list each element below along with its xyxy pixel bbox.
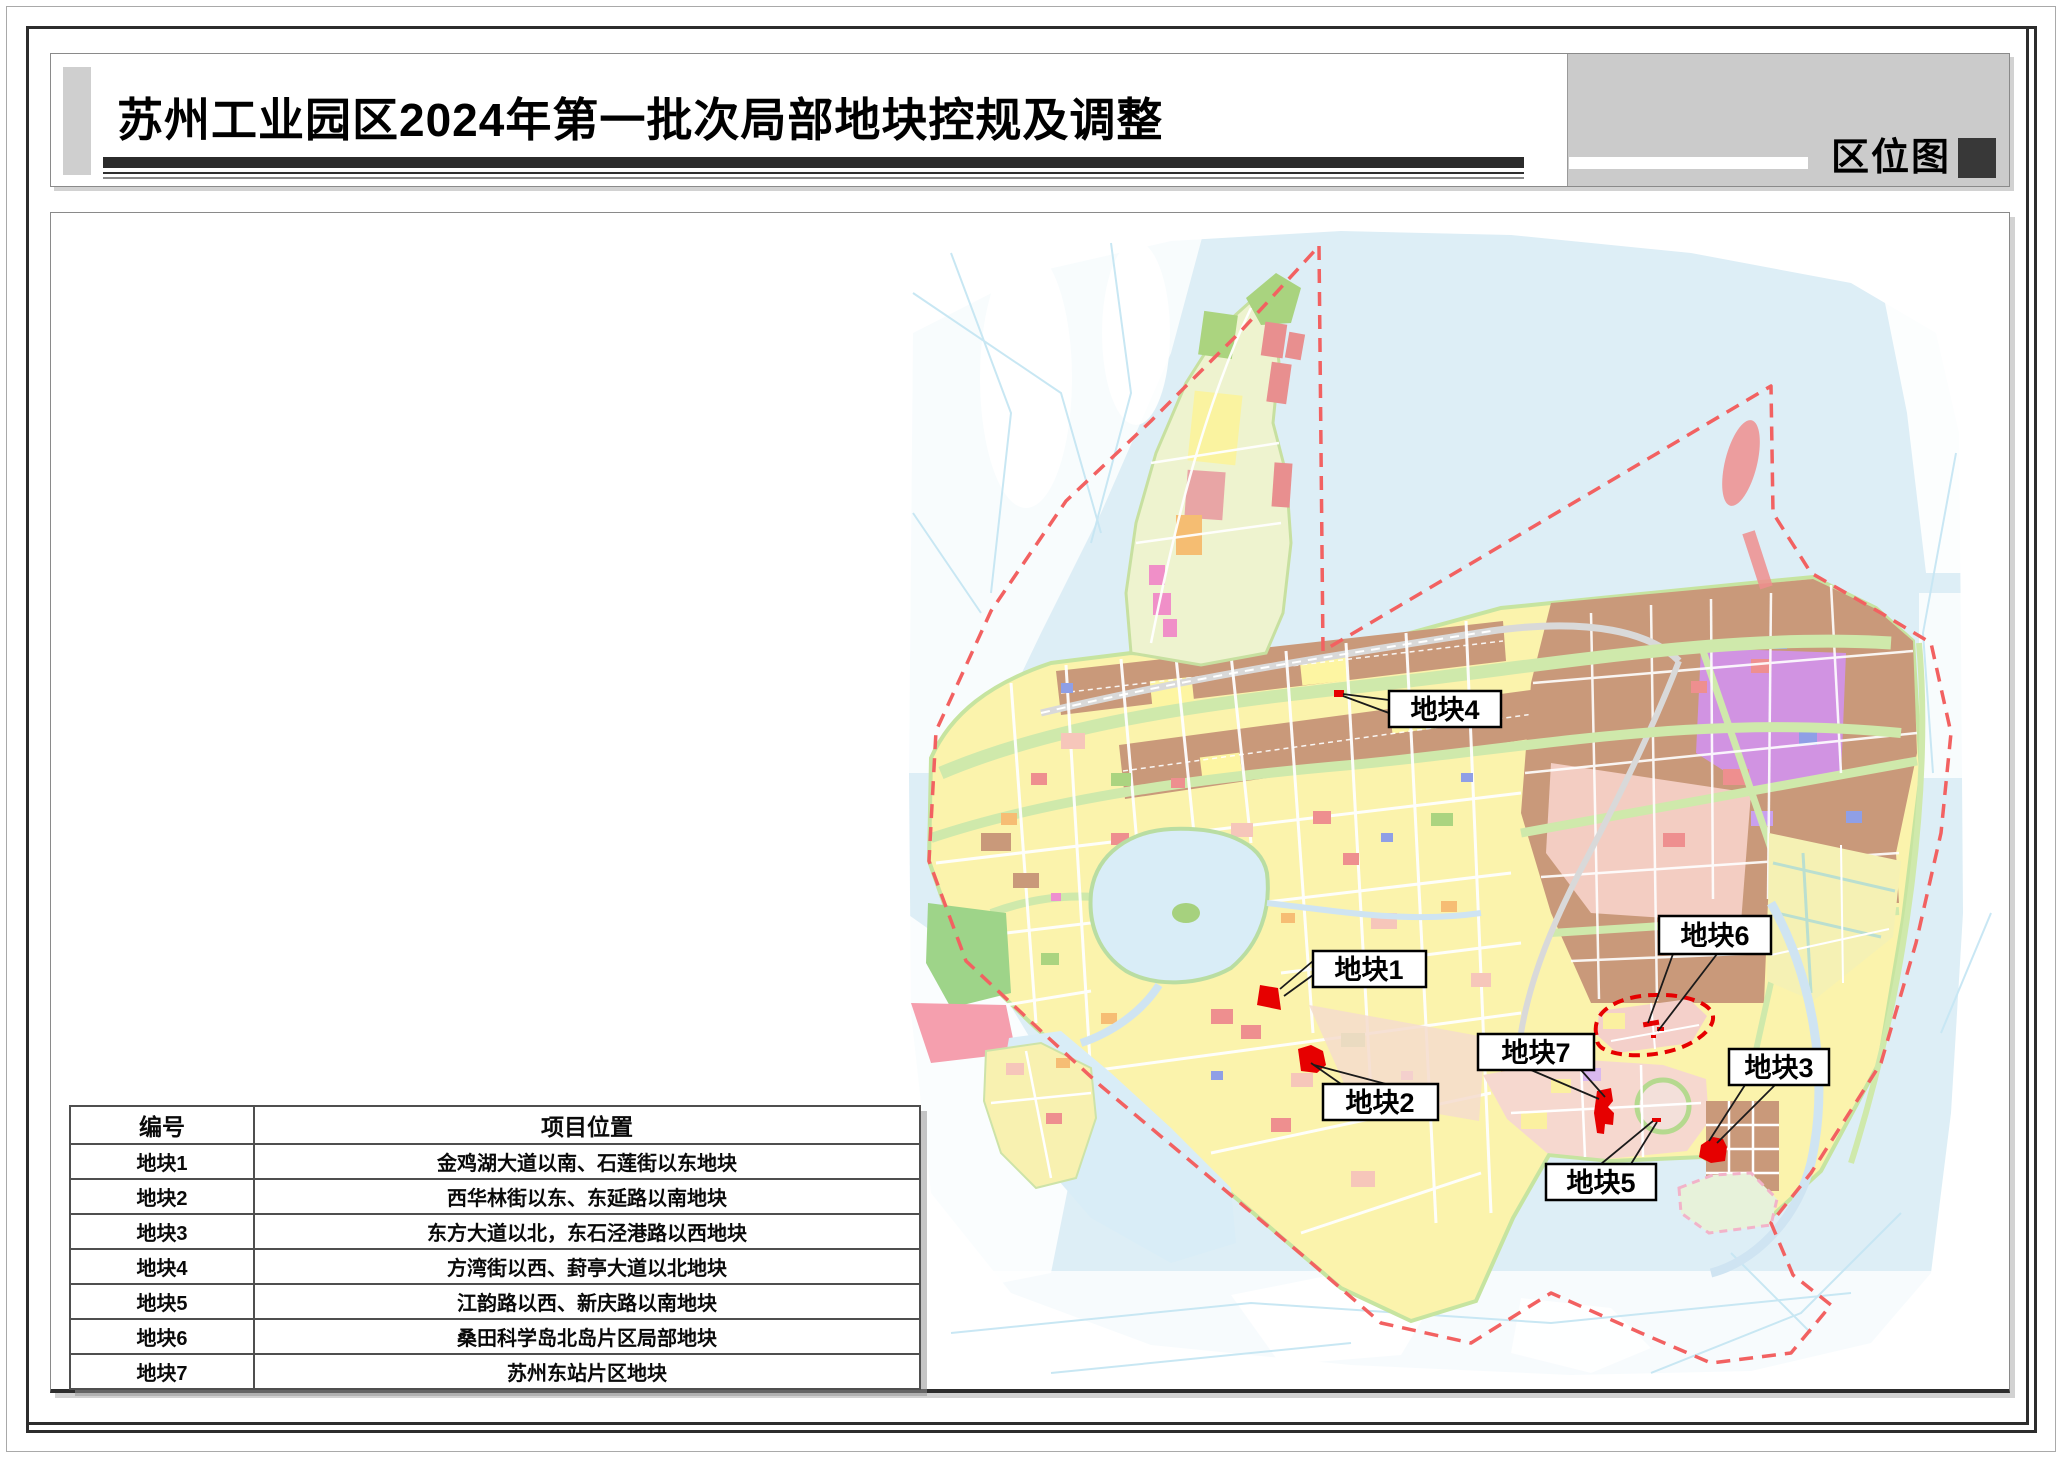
plot-number-cell: 地块7 (70, 1354, 254, 1389)
table-header-row: 编号 项目位置 (70, 1106, 920, 1144)
title-rule-dark (103, 172, 1524, 174)
plot-location-cell: 桑田科学岛北岛片区局部地块 (254, 1319, 920, 1354)
plot-1-label: 地块1 (1313, 951, 1426, 987)
frame-double-line-right (2026, 29, 2029, 1425)
plot-location-cell: 江韵路以西、新庆路以南地块 (254, 1284, 920, 1319)
table-row: 地块4 方湾街以西、葑亭大道以北地块 (70, 1249, 920, 1284)
table-row: 地块5 江韵路以西、新庆路以南地块 (70, 1284, 920, 1319)
title-underline-bar (103, 157, 1524, 168)
col-header-location: 项目位置 (254, 1106, 920, 1144)
table-row: 地块7 苏州东站片区地块 (70, 1354, 920, 1389)
lake-island (1172, 903, 1200, 923)
plot-location-cell: 东方大道以北，东石泾港路以西地块 (254, 1214, 920, 1249)
plot-number-cell: 地块3 (70, 1214, 254, 1249)
document-page: 苏州工业园区2024年第一批次局部地块控规及调整 区位图 (0, 0, 2062, 1458)
table-row: 地块6 桑田科学岛北岛片区局部地块 (70, 1319, 920, 1354)
plot-number-cell: 地块2 (70, 1179, 254, 1214)
plot-3-label: 地块3 (1729, 1049, 1829, 1085)
frame-double-line-bottom (29, 1422, 2029, 1425)
title-rule-gray (103, 177, 1524, 179)
plot-location-cell: 方湾街以西、葑亭大道以北地块 (254, 1249, 920, 1284)
plot-6-label: 地块6 (1659, 916, 1771, 954)
table-row: 地块2 西华林街以东、东延路以南地块 (70, 1179, 920, 1214)
svg-text:地块4: 地块4 (1410, 695, 1479, 725)
plot-location-cell: 苏州东站片区地块 (254, 1354, 920, 1389)
plot-number-cell: 地块4 (70, 1249, 254, 1284)
plot-number-cell: 地块6 (70, 1319, 254, 1354)
plot-5-label: 地块5 (1546, 1164, 1656, 1200)
svg-text:地块7: 地块7 (1501, 1038, 1570, 1068)
corner-white-strip (1569, 157, 1808, 169)
plot-4-marker (1334, 690, 1344, 697)
plot-7-label: 地块7 (1478, 1034, 1594, 1070)
svg-text:地块2: 地块2 (1345, 1088, 1414, 1118)
plot-5-marker (1652, 1118, 1661, 1122)
plot-2-label: 地块2 (1323, 1084, 1438, 1120)
col-header-number: 编号 (70, 1106, 254, 1144)
table-row: 地块3 东方大道以北，东石泾港路以西地块 (70, 1214, 920, 1249)
svg-text:地块6: 地块6 (1680, 921, 1749, 951)
plots-table: 编号 项目位置 地块1 金鸡湖大道以南、石莲街以东地块 地块2 西华林街以东、东… (69, 1105, 921, 1390)
corner-panel: 区位图 (1567, 54, 2009, 186)
plot-number-cell: 地块5 (70, 1284, 254, 1319)
svg-text:地块5: 地块5 (1566, 1168, 1635, 1198)
plot-4-label: 地块4 (1389, 691, 1501, 727)
map-type-label: 区位图 (1831, 126, 1951, 181)
main-content-box: 地块1 地块2 地块3 地块4 地块5 (50, 212, 2010, 1393)
svg-text:地块3: 地块3 (1744, 1053, 1813, 1083)
plot-location-cell: 西华林街以东、东延路以南地块 (254, 1179, 920, 1214)
corner-square-icon (1958, 138, 1996, 178)
svg-text:地块1: 地块1 (1334, 955, 1403, 985)
title-accent-bar (63, 67, 91, 175)
table-row: 地块1 金鸡湖大道以南、石莲街以东地块 (70, 1144, 920, 1179)
plot-location-cell: 金鸡湖大道以南、石莲街以东地块 (254, 1144, 920, 1179)
header-box: 苏州工业园区2024年第一批次局部地块控规及调整 区位图 (50, 53, 2010, 187)
page-title: 苏州工业园区2024年第一批次局部地块控规及调整 (117, 84, 1163, 150)
plot-number-cell: 地块1 (70, 1144, 254, 1179)
